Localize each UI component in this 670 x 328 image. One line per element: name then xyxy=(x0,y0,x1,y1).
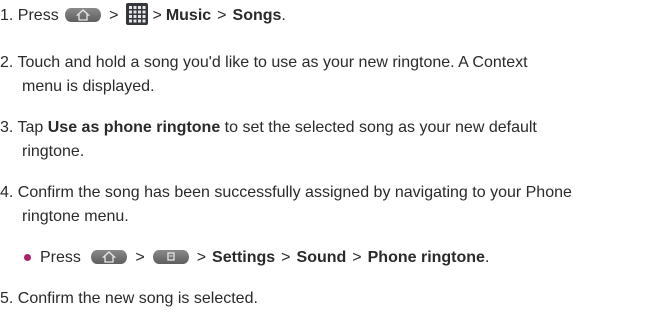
step-4-line-2: ringtone menu. xyxy=(22,208,129,225)
bullet-icon xyxy=(24,254,31,261)
separator: > xyxy=(196,249,207,266)
press-label: Press xyxy=(40,249,81,266)
step-1-prefix: 1. Press xyxy=(0,7,59,25)
home-key-icon xyxy=(65,8,102,22)
home-key-icon xyxy=(91,249,128,264)
separator: > xyxy=(352,249,362,266)
separator: > xyxy=(109,7,119,25)
separator: > xyxy=(217,7,227,25)
phone-ringtone-label: Phone ringtone xyxy=(367,249,485,266)
step-1: 1. Press > > Music > Songs. xyxy=(0,3,286,27)
use-as-phone-ringtone-label: Use as phone ringtone xyxy=(47,119,221,136)
instructions-document: 1. Press > > Music > Songs. 2. Touch and ho… xyxy=(0,0,670,328)
separator: > xyxy=(152,7,162,25)
sound-label: Sound xyxy=(296,249,347,266)
separator: > xyxy=(135,249,145,266)
step-3-rest: to set the selected song as your new def… xyxy=(220,119,537,136)
sub-step: Press > > Settings > Sound > Phone ringtone. xyxy=(40,248,489,268)
separator: > xyxy=(281,249,291,266)
step-2-line-2: menu is displayed. xyxy=(22,78,155,95)
period: . xyxy=(484,249,490,266)
settings-label: Settings xyxy=(212,249,276,266)
step-5: 5. Confirm the new song is selected. xyxy=(0,290,258,307)
music-label: Music xyxy=(165,7,212,25)
step-2-line-1: 2. Touch and hold a song you'd like to u… xyxy=(0,54,528,71)
step-3-line-1: 3. Tap Use as phone ringtone to set the … xyxy=(0,118,537,138)
menu-key-icon xyxy=(152,249,189,264)
songs-label: Songs xyxy=(232,7,282,25)
step-3-line-2: ringtone. xyxy=(22,143,85,160)
applications-grid-icon xyxy=(126,3,149,25)
step-3-prefix: 3. Tap xyxy=(0,119,48,136)
step-4-line-1: 4. Confirm the song has been successfull… xyxy=(0,184,572,201)
period: . xyxy=(281,7,286,25)
